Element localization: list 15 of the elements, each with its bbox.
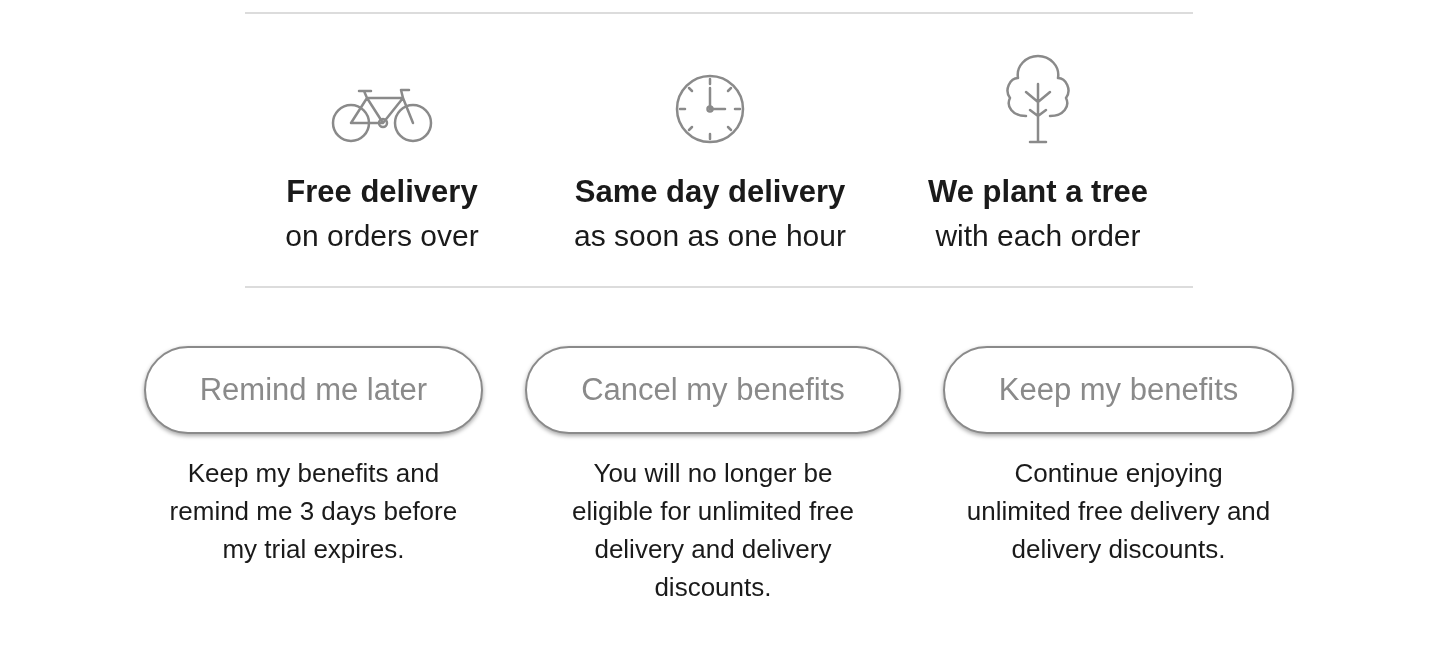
action-description: Continue enjoying unlimited free delivery and delivery discounts. [965, 457, 1272, 566]
feature-subtitle: with each order [935, 218, 1141, 254]
tree-icon [1004, 54, 1072, 144]
action-button[interactable]: Remind me later [143, 346, 484, 434]
feature-subtitle: as soon as one hour [574, 218, 846, 254]
action-description: Keep my benefits and remind me 3 days before my trial expires. [168, 457, 459, 566]
action-button[interactable]: Cancel my benefits [525, 346, 901, 434]
clock-icon [675, 74, 745, 144]
feature-subtitle: on orders over [285, 218, 479, 254]
bicycle-icon [331, 86, 433, 144]
feature-title: Free delivery [286, 173, 478, 211]
action-button[interactable]: Keep my benefits [942, 346, 1295, 434]
feature-title: We plant a tree [928, 173, 1148, 211]
action-description: You will no longer be eligible for unlimited free delivery and delivery discounts. [571, 457, 855, 604]
feature-title: Same day delivery [574, 173, 846, 211]
